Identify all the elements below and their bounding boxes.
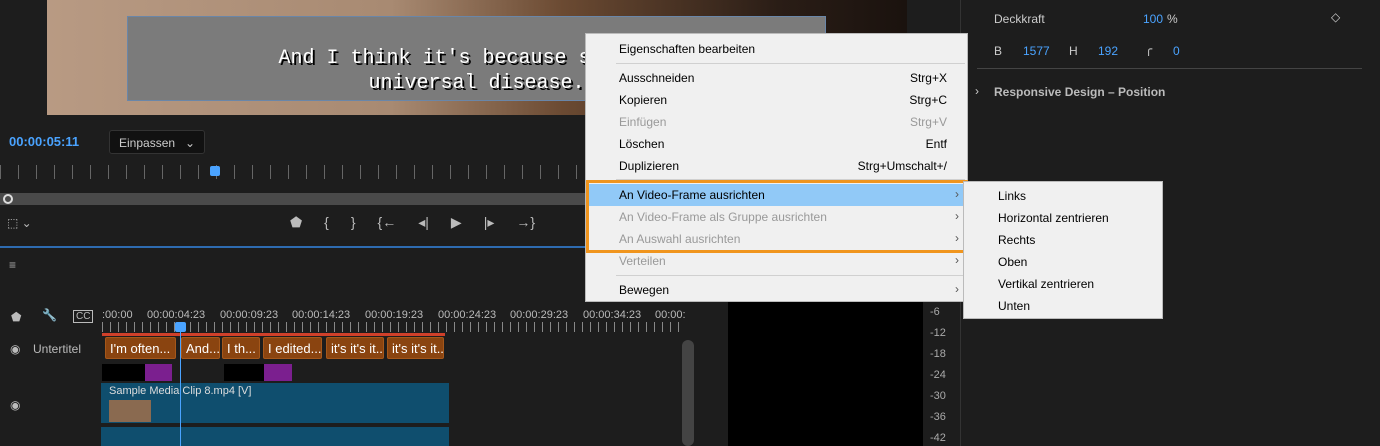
meter-label: -30	[930, 390, 946, 402]
time-tick: 00:00:24:23	[438, 309, 497, 321]
menu-item-distribute[interactable]: Verteilen ›	[586, 250, 967, 272]
chevron-right-icon[interactable]: ›	[975, 84, 979, 98]
opacity-value[interactable]: 100	[1143, 12, 1163, 26]
opacity-label: Deckkraft	[994, 12, 1045, 26]
menu-item-move[interactable]: Bewegen ›	[586, 279, 967, 301]
submenu-item-center-h[interactable]: Horizontal zentrieren	[998, 211, 1109, 225]
caption-clip[interactable]: I'm often...	[105, 337, 176, 359]
preview-scrollbar[interactable]	[0, 193, 585, 205]
time-tick: 00:00:	[655, 309, 686, 321]
menu-icon[interactable]: ≡	[9, 258, 16, 272]
submenu-item-right[interactable]: Rechts	[998, 233, 1035, 247]
menu-item-delete[interactable]: Löschen Entf	[586, 133, 967, 155]
menu-item-paste[interactable]: Einfügen Strg+V	[586, 111, 967, 133]
radius-value[interactable]: 0	[1173, 44, 1180, 58]
render-bar	[102, 333, 445, 336]
time-tick: :00:00	[102, 309, 133, 321]
time-tick: 00:00:29:23	[510, 309, 569, 321]
chevron-down-icon: ⌄	[184, 136, 195, 150]
meter-label: -6	[930, 306, 940, 318]
caption-clip[interactable]: it's it's it...	[326, 337, 384, 359]
time-tick: 00:00:19:23	[365, 309, 424, 321]
playhead[interactable]	[210, 166, 220, 176]
meter-label: -36	[930, 411, 946, 423]
fit-label: Einpassen	[119, 136, 176, 150]
caption-clip[interactable]: I edited...	[263, 337, 322, 359]
menu-item-edit-properties[interactable]: Eigenschaften bearbeiten	[586, 38, 967, 60]
playhead-line	[180, 322, 181, 446]
meter-label: -12	[930, 327, 946, 339]
preview-ruler[interactable]	[0, 165, 585, 179]
fit-dropdown[interactable]: Einpassen ⌄	[109, 130, 205, 154]
chevron-right-icon: ›	[955, 282, 959, 296]
step-back-icon[interactable]: ◂|	[418, 214, 429, 231]
caption-clip[interactable]: it's it's it...	[387, 337, 444, 359]
mark-in-icon[interactable]: {	[324, 214, 329, 231]
meter-label: -24	[930, 369, 946, 381]
audio-clip[interactable]	[101, 427, 449, 446]
graphic-clip[interactable]	[224, 364, 264, 381]
go-to-in-icon[interactable]: {←	[378, 214, 397, 231]
time-tick: 00:00:14:23	[292, 309, 351, 321]
divider	[977, 68, 1362, 69]
step-forward-icon[interactable]: |▸	[484, 214, 495, 231]
cc-icon[interactable]: CC	[73, 310, 94, 323]
play-icon[interactable]: ▶	[451, 214, 462, 231]
caption-clip[interactable]: I th...	[222, 337, 260, 359]
menu-item-duplicate[interactable]: Duplizieren Strg+Umschalt+/	[586, 155, 967, 177]
submenu-item-bottom[interactable]: Unten	[998, 299, 1030, 313]
opacity-unit: %	[1167, 12, 1178, 26]
track-label: Untertitel	[33, 342, 82, 356]
graphic-clip[interactable]	[102, 364, 145, 381]
timeline-ruler[interactable]	[102, 322, 686, 332]
time-tick: 00:00:09:23	[220, 309, 279, 321]
timecode[interactable]: 00:00:05:11	[9, 134, 79, 149]
context-menu: Eigenschaften bearbeiten Ausschneiden Str…	[585, 33, 968, 302]
corner-radius-icon: ╭	[1145, 42, 1153, 56]
meter-label: -18	[930, 348, 946, 360]
time-tick: 00:00:04:23	[147, 309, 206, 321]
audio-meter	[728, 300, 923, 446]
chevron-right-icon: ›	[955, 253, 959, 267]
height-value[interactable]: 192	[1098, 44, 1118, 58]
graphic-clip[interactable]	[145, 364, 172, 381]
submenu-item-center-v[interactable]: Vertikal zentrieren	[998, 277, 1094, 291]
submenu-item-left[interactable]: Links	[998, 189, 1026, 203]
wrench-icon[interactable]: 🔧	[42, 308, 57, 322]
meter-label: -42	[930, 432, 946, 444]
transport-controls: ⬟ {} {← ◂| ▶ |▸ →}	[290, 214, 535, 231]
height-label: H	[1069, 44, 1078, 58]
go-to-out-icon[interactable]: →}	[516, 214, 535, 231]
submenu-item-top[interactable]: Oben	[998, 255, 1027, 269]
selection-icon[interactable]: ⬚ ⌄	[7, 216, 32, 230]
keyframe-icon[interactable]: ◇	[1331, 10, 1340, 24]
caption-clip[interactable]: And...	[181, 337, 220, 359]
clip-thumbnail	[109, 400, 151, 422]
timeline-scrollbar[interactable]	[682, 340, 694, 446]
video-clip[interactable]: Sample Media Clip 8.mp4 [V]	[101, 383, 449, 423]
playhead[interactable]	[175, 322, 186, 332]
menu-item-cut[interactable]: Ausschneiden Strg+X	[586, 67, 967, 89]
submenu: Links Horizontal zentrieren Rechts Oben …	[963, 181, 1163, 319]
marker-icon[interactable]: ⬟	[290, 214, 302, 231]
graphic-clip[interactable]	[264, 364, 292, 381]
marker-icon[interactable]: ⬟	[11, 310, 21, 324]
scroll-handle[interactable]	[3, 194, 13, 204]
width-label: B	[994, 44, 1003, 58]
mark-out-icon[interactable]: }	[351, 214, 356, 231]
highlight-callout	[586, 180, 968, 253]
eye-icon[interactable]: ◉	[10, 342, 20, 356]
time-tick: 00:00:34:23	[583, 309, 642, 321]
eye-icon[interactable]: ◉	[10, 398, 20, 412]
menu-item-copy[interactable]: Kopieren Strg+C	[586, 89, 967, 111]
section-header[interactable]: Responsive Design – Position	[994, 85, 1165, 99]
width-value[interactable]: 1577	[1023, 44, 1050, 58]
